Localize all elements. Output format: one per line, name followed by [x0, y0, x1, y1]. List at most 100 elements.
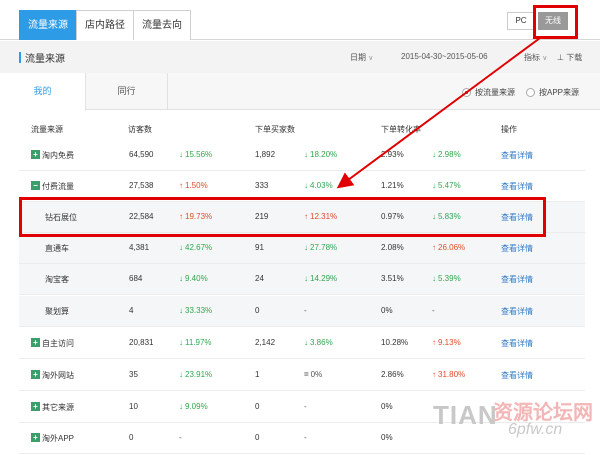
conversion-change: ↓ 5.47%: [432, 181, 461, 190]
header-source: 流量来源: [31, 125, 63, 134]
buyers-change: ↓ 3.86%: [304, 338, 333, 347]
section-title: 流量来源: [25, 54, 65, 65]
change-value: 42.67%: [185, 243, 213, 252]
change-value: -: [304, 306, 307, 315]
visitors-value: 0: [129, 433, 134, 442]
date-range[interactable]: 2015-04-30~2015-05-06: [401, 52, 488, 61]
row-source-name: 付费流量: [42, 182, 74, 191]
tab-mine[interactable]: 我的: [0, 73, 86, 111]
arrow-down-icon: ↓: [304, 243, 308, 252]
arrow-down-icon: ↓: [432, 181, 436, 190]
radio-by-source[interactable]: 按流量来源: [462, 87, 515, 98]
table-row: 直通车 4,381 ↓ 42.67% 91 ↓ 27.78% 2.08% ↑ 26.06% 查看详情: [19, 233, 585, 264]
row-source-name: 淘宝客: [45, 275, 69, 284]
conversion-change: ↓ 5.39%: [432, 274, 461, 283]
tab-traffic-destination[interactable]: 流量去向: [133, 10, 191, 40]
expand-icon[interactable]: +: [31, 370, 40, 379]
buyers-change: -: [304, 306, 307, 315]
arrow-down-icon: ↓: [179, 274, 183, 283]
visitors-value: 27,538: [129, 181, 154, 190]
highlight-box-row: [19, 197, 546, 237]
buyers-value: 1,892: [255, 150, 276, 159]
change-value: 2.98%: [438, 150, 461, 159]
buyers-value: 0: [255, 306, 260, 315]
buyers-change: ↓ 14.29%: [304, 274, 337, 283]
top-tabs: 流量来源 店内路径 流量去向: [19, 10, 191, 40]
expand-icon[interactable]: +: [31, 150, 40, 159]
table-row: + 淘外网站 35 ↓ 23.91% 1 = 0% 2.86% ↑ 31.80% 查看详情: [19, 360, 585, 391]
expand-icon[interactable]: +: [31, 433, 40, 442]
conversion-change: ↑ 26.06%: [432, 243, 465, 252]
tab-peers[interactable]: 同行: [86, 73, 168, 110]
arrow-down-icon: ↓: [179, 370, 183, 379]
view-details-link[interactable]: 查看详情: [501, 370, 533, 381]
equal-icon: =: [304, 370, 309, 379]
download-label: 下载: [566, 53, 583, 62]
change-value: 18.20%: [310, 150, 338, 159]
buyers-value: 1: [255, 370, 260, 379]
visitors-change: ↓ 11.97%: [179, 338, 212, 347]
buyers-value: 0: [255, 402, 260, 411]
arrow-up-icon: ↑: [179, 181, 183, 190]
sub-tabs: 我的 同行 按流量来源 按APP来源: [0, 73, 600, 111]
arrow-down-icon: ↓: [304, 274, 308, 283]
visitors-value: 4: [129, 306, 134, 315]
buyers-change: -: [304, 402, 307, 411]
view-details-link[interactable]: 查看详情: [501, 243, 533, 254]
view-details-link[interactable]: 查看详情: [501, 181, 533, 192]
radio-by-app[interactable]: 按APP来源: [526, 87, 579, 98]
conversion-value: 10.28%: [381, 338, 409, 347]
visitors-change: -: [179, 433, 182, 442]
buyers-change: ↓ 4.03%: [304, 181, 333, 190]
view-details-link[interactable]: 查看详情: [501, 338, 533, 349]
conversion-value: 2.93%: [381, 150, 404, 159]
conversion-value: 0%: [381, 306, 393, 315]
change-value: 9.09%: [185, 402, 208, 411]
section-header: 流量来源 日期 ∨ 2015-04-30~2015-05-06 指标 ∨ ⊥ 下…: [0, 41, 600, 73]
visitors-change: ↓ 42.67%: [179, 243, 212, 252]
visitors-change: ↓ 33.33%: [179, 306, 212, 315]
buyers-value: 2,142: [255, 338, 276, 347]
header-action: 操作: [501, 125, 517, 134]
arrow-down-icon: ↓: [304, 181, 308, 190]
change-value: 4.03%: [310, 181, 333, 190]
visitors-value: 4,381: [129, 243, 150, 252]
table-row: + 淘内免费 64,590 ↓ 15.56% 1,892 ↓ 18.20% 2.93% ↓ 2.98…: [19, 140, 585, 171]
conversion-value: 3.51%: [381, 274, 404, 283]
visitors-change: ↓ 9.09%: [179, 402, 208, 411]
view-details-link[interactable]: 查看详情: [501, 150, 533, 161]
table-header: 流量来源 访客数 下单买家数 下单转化率 操作: [0, 120, 600, 136]
download-button[interactable]: ⊥ 下载: [557, 52, 582, 63]
view-details-link[interactable]: 查看详情: [501, 274, 533, 285]
tab-store-path[interactable]: 店内路径: [76, 10, 134, 40]
buyers-change: -: [304, 433, 307, 442]
change-value: -: [304, 402, 307, 411]
collapse-icon[interactable]: −: [31, 181, 40, 190]
row-source-name: 其它来源: [42, 403, 74, 412]
chevron-down-icon: ∨: [542, 55, 548, 62]
conversion-change: ↑ 9.13%: [432, 338, 461, 347]
expand-icon[interactable]: +: [31, 402, 40, 411]
device-pc-button[interactable]: PC: [507, 12, 535, 30]
arrow-down-icon: ↓: [179, 338, 183, 347]
chevron-down-icon: ∨: [368, 55, 374, 62]
date-dropdown[interactable]: 日期 ∨: [350, 52, 373, 63]
change-value: 9.13%: [438, 338, 461, 347]
view-details-link[interactable]: 查看详情: [501, 306, 533, 317]
arrow-up-icon: ↑: [432, 338, 436, 347]
metric-dropdown[interactable]: 指标 ∨: [524, 52, 547, 63]
buyers-value: 333: [255, 181, 269, 190]
conversion-value: 0%: [381, 402, 393, 411]
change-value: 1.50%: [185, 181, 208, 190]
tab-traffic-source[interactable]: 流量来源: [19, 10, 77, 40]
table-row: 淘宝客 684 ↓ 9.40% 24 ↓ 14.29% 3.51% ↓ 5.39% 查看详情: [19, 264, 585, 295]
change-value: -: [304, 433, 307, 442]
visitors-value: 10: [129, 402, 138, 411]
change-value: 31.80%: [438, 370, 466, 379]
expand-icon[interactable]: +: [31, 338, 40, 347]
date-label: 日期: [350, 53, 366, 62]
arrow-up-icon: ↑: [432, 370, 436, 379]
visitors-value: 64,590: [129, 150, 154, 159]
buyers-value: 91: [255, 243, 264, 252]
row-source-name: 直通车: [45, 244, 69, 253]
